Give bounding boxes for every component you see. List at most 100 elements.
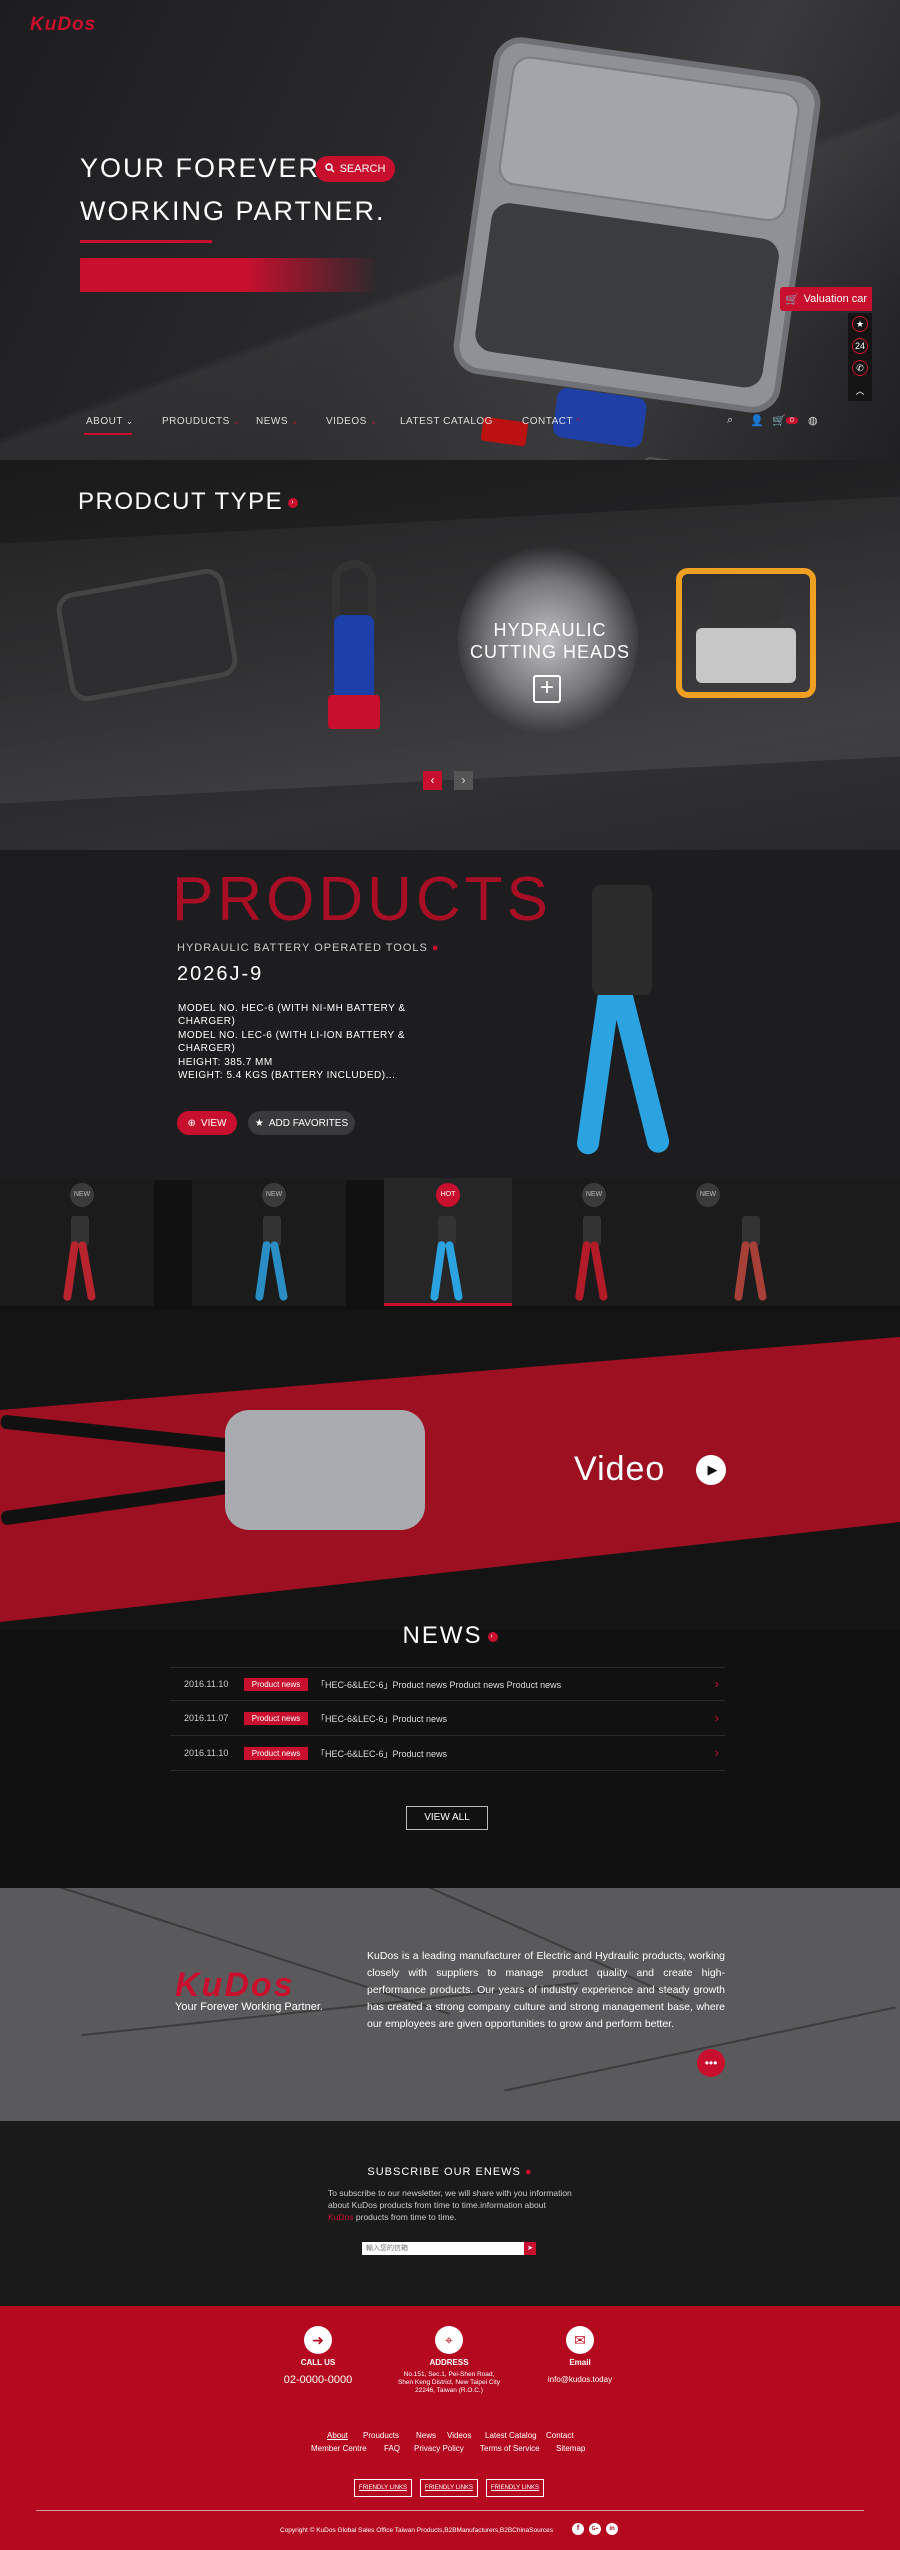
product-spec: WEIGHT: 5.4 KGS (BATTERY INCLUDED)... [178,1070,396,1081]
friendly-link[interactable]: FRIENDLY LINKS [420,2479,478,2497]
nav-item-videos[interactable]: VIDEOS ⌄ [326,416,377,427]
video-crimper-image [0,1405,440,1545]
footer-link-faq[interactable]: FAQ [384,2444,400,2453]
footer-link-catalog[interactable]: Latest Catalog [485,2431,537,2440]
phone-number[interactable]: 02-0000-0000 [248,2374,388,2386]
call-label: CALL US [300,2358,336,2367]
news-date: 2016.11.10 [184,1748,229,1758]
thumb-image [62,1216,97,1302]
about-logo: KuDos [175,1966,295,2004]
globe-icon[interactable]: ◍ [808,414,818,427]
play-icon[interactable]: ▶ [696,1455,726,1485]
phone-icon[interactable]: ✆ [852,360,868,376]
footer-link-privacy[interactable]: Privacy Policy [414,2444,464,2453]
valuation-label: Valuation car [803,293,868,305]
email-input[interactable] [362,2242,524,2255]
star-icon: ★ [254,1117,264,1129]
footer-link-contact[interactable]: Contact [546,2431,574,2440]
logo[interactable]: KuDos [30,14,96,36]
chevron-right-icon: › [714,1710,719,1725]
news-row[interactable]: 2016.11.07 Product news 「HEC-6&LEC-6」Pro… [170,1702,725,1736]
product-spec: CHARGER) [178,1016,236,1027]
star-badge-icon[interactable]: ★ [852,316,868,332]
video-label[interactable]: Video [574,1450,665,1489]
hero-headline-line1: YOUR FOREVER [80,153,321,183]
hero-tool-case-image [449,33,825,516]
24h-icon[interactable]: 24 [852,338,868,354]
nav-item-news[interactable]: NEWS ⌄ [256,416,298,427]
dot-icon: ● [524,2166,533,2178]
view-all-button[interactable]: VIEW ALL [406,1806,488,1830]
thumb-badge: NEW [696,1183,720,1207]
product-thumb[interactable]: NEW [666,1178,900,1306]
footer-link-member[interactable]: Member Centre [311,2444,367,2453]
news-text: 「HEC-6&LEC-6」Product news [316,1714,448,1724]
news-title: NEWS › [0,1622,900,1650]
footer-link-products[interactable]: Prouducts [363,2431,399,2440]
thumb-image [254,1216,289,1302]
footer-link-terms[interactable]: Terms of Service [480,2444,540,2453]
product-category: HYDRAULIC BATTERY OPERATED TOOLS ● [177,942,440,954]
news-row[interactable]: 2016.11.10 Product news 「HEC-6&LEC-6」Pro… [170,1737,725,1771]
news-text: 「HEC-6&LEC-6」Product news [316,1749,448,1759]
hero-accent-rule [80,240,212,243]
email-label: Email [569,2358,591,2367]
thumb-image [574,1216,609,1302]
product-thumb[interactable]: NEW [512,1178,666,1306]
nav-item-catalog[interactable]: LATEST CATALOG ⌄ [400,416,503,427]
valuation-car-button[interactable]: 🛒 Valuation car [780,287,872,311]
send-icon[interactable]: ➤ [524,2242,536,2255]
nav-item-contact[interactable]: CONTACT ^ [522,416,580,427]
arrow-badge-icon: › [487,1631,498,1642]
facebook-icon[interactable]: f [572,2523,584,2535]
search-icon [324,162,335,176]
footer-link-videos[interactable]: Videos [447,2431,471,2440]
friendly-link[interactable]: FRIENDLY LINKS [354,2479,412,2497]
search-button[interactable]: SEARCH [315,156,395,182]
plus-icon[interactable]: + [533,675,561,703]
footer-link-about[interactable]: About [327,2431,348,2440]
search-icon[interactable]: ⌕ [727,414,733,427]
main-nav: ABOUT ⌄ PROUDUCTS ⌄ NEWS ⌄ VIDEOS ⌄ LATE… [0,408,900,452]
product-thumb[interactable]: NEW [0,1178,154,1306]
chevron-up-icon[interactable]: ︿ [852,382,868,398]
nav-item-products[interactable]: PROUDUCTS ⌄ [162,416,240,427]
featured-type-label-line1: HYDRAULIC [493,620,607,640]
linkedin-icon[interactable]: in [606,2523,618,2535]
thumb-image [429,1216,464,1302]
thumb-badge: HOT [436,1183,460,1207]
news-row[interactable]: 2016.11.10 Product news 「HEC-6&LEC-6」Pro… [170,1667,725,1701]
chevron-right-icon: › [714,1676,719,1691]
product-image-battery-tool[interactable] [318,560,390,730]
search-label: SEARCH [339,163,386,175]
news-text: 「HEC-6&LEC-6」Product news Product news P… [316,1680,562,1690]
product-spec: HEIGHT: 385.7 MM [178,1057,273,1068]
hero-accent-bar [80,258,380,292]
product-thumb[interactable]: NEW [192,1178,346,1306]
cart-icon[interactable]: 🛒 [772,414,786,427]
more-icon[interactable]: ••• [697,2049,725,2077]
product-image-hydraulic-pump[interactable] [676,568,816,708]
nav-item-about[interactable]: ABOUT ⌄ [86,416,133,427]
chevron-down-icon: ⌄ [496,417,504,426]
about-text: KuDos is a leading manufacturer of Elect… [367,1950,725,2030]
add-favorites-button[interactable]: ★ ADD FAVORITES [248,1111,355,1135]
friendly-link[interactable]: FRIENDLY LINKS [486,2479,544,2497]
view-button[interactable]: ⊕ VIEW [177,1111,237,1135]
news-tag: Product news [244,1747,308,1760]
featured-type-label-line2: CUTTING HEADS [470,642,631,662]
email-icon: ✉ [566,2326,594,2354]
google-plus-icon[interactable]: G+ [589,2523,601,2535]
carousel-next-button[interactable]: › [454,771,473,790]
chevron-down-icon: ⌄ [126,417,134,426]
product-thumb-active[interactable]: HOT [384,1178,512,1306]
footer-link-sitemap[interactable]: Sitemap [556,2444,585,2453]
footer-link-news[interactable]: News [416,2431,436,2440]
hero-headline-line2: WORKING PARTNER. [80,196,386,226]
thumb-image [733,1216,768,1302]
address-text: No.151, Sec.1, Pei-Shen Road, Shen Keng D… [397,2371,501,2394]
thumb-badge: NEW [582,1183,606,1207]
user-icon[interactable]: 👤 [750,414,764,427]
carousel-prev-button[interactable]: ‹ [423,771,442,790]
email-address[interactable]: info@kudos.today [510,2375,650,2384]
